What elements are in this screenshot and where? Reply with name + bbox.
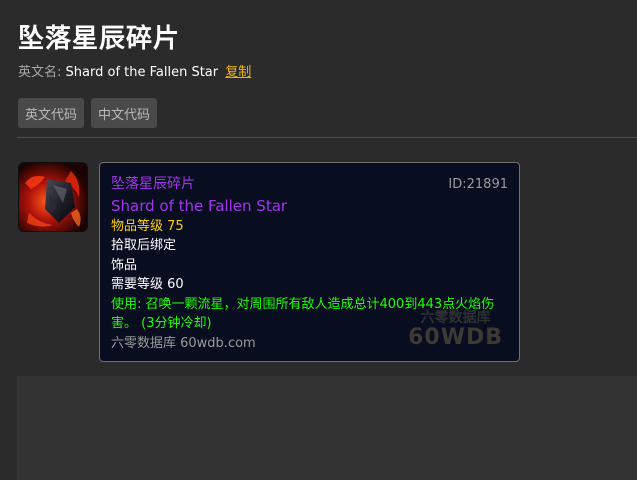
- lower-panel: [17, 376, 637, 480]
- item-icon-frame: [18, 162, 88, 232]
- watermark: 六零数据库 60WDB: [408, 311, 503, 349]
- chinese-code-button[interactable]: 中文代码: [91, 98, 158, 128]
- english-name-line: 英文名: Shard of the Fallen Star 复制: [18, 61, 251, 80]
- item-tooltip: 坠落星辰碎片 ID:21891 Shard of the Fallen Star…: [99, 162, 520, 362]
- page-title: 坠落星辰碎片: [18, 24, 181, 54]
- item-id: ID:21891: [448, 177, 508, 192]
- item-level: 物品等级 75: [111, 218, 184, 234]
- english-name-label: 英文名:: [18, 65, 62, 80]
- watermark-line1: 六零数据库: [420, 310, 491, 326]
- watermark-line2: 60WDB: [408, 325, 503, 350]
- copy-link[interactable]: 复制: [225, 65, 251, 80]
- binding-text: 拾取后绑定: [111, 238, 177, 253]
- code-button-row: 英文代码 中文代码: [18, 98, 158, 128]
- divider: [17, 137, 637, 138]
- english-name-value: Shard of the Fallen Star: [65, 65, 219, 80]
- item-slot: 饰品: [111, 257, 138, 273]
- required-level: 需要等级 60: [111, 277, 184, 292]
- english-code-button[interactable]: 英文代码: [18, 98, 85, 128]
- item-name-english: Shard of the Fallen Star: [111, 196, 288, 215]
- shard-icon: [19, 163, 87, 231]
